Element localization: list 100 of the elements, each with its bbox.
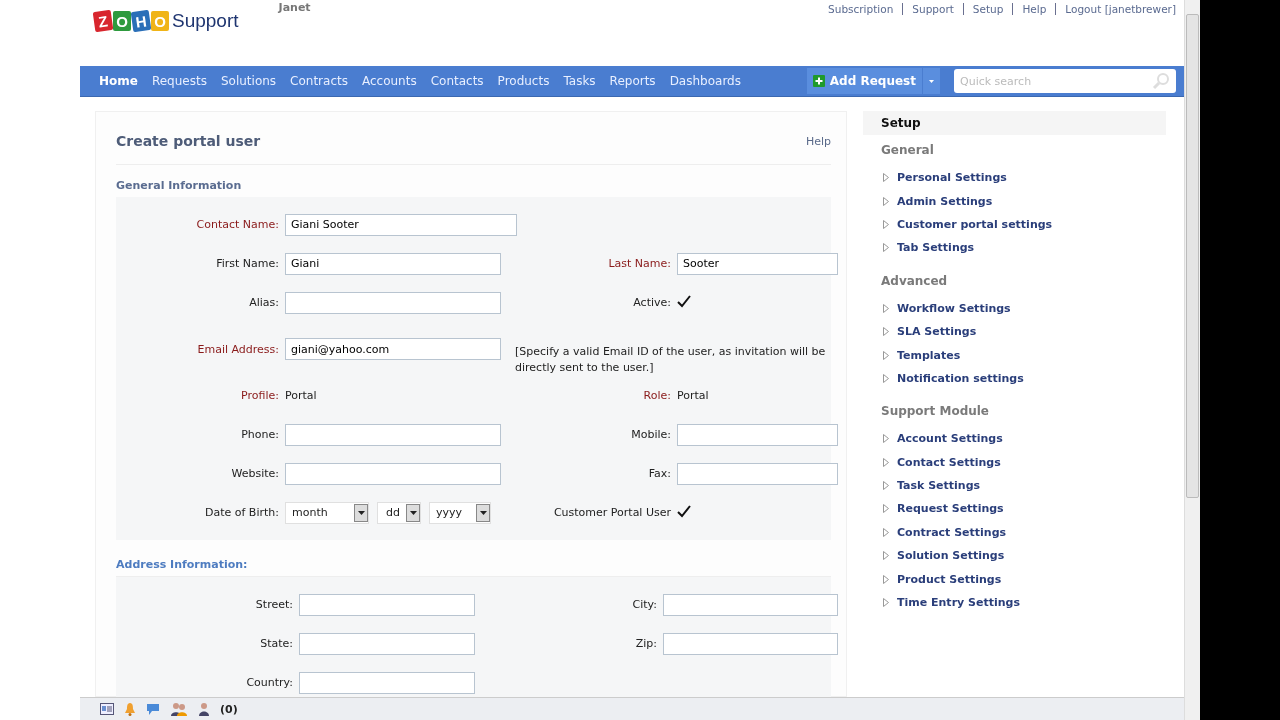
triangle-icon — [883, 196, 889, 206]
field-label: Website: — [230, 467, 279, 480]
group-heading: Support Module — [881, 404, 990, 419]
settings-link[interactable]: Personal Settings — [897, 171, 1007, 185]
settings-link[interactable]: SLA Settings — [897, 325, 977, 339]
input-field[interactable] — [285, 291, 501, 314]
dropdown-button[interactable] — [922, 68, 940, 94]
triangle-icon — [883, 219, 889, 229]
triangle-icon — [883, 527, 889, 537]
caret-icon — [479, 510, 487, 515]
settings-link[interactable]: Notification settings — [897, 371, 1024, 385]
input-field[interactable] — [285, 462, 501, 485]
settings-link[interactable]: Customer portal settings — [897, 217, 1053, 231]
top-link[interactable]: Setup — [962, 3, 1004, 15]
caret-icon — [929, 78, 934, 84]
settings-link[interactable]: Product Settings — [897, 572, 1002, 586]
input-field[interactable] — [299, 632, 475, 655]
field-label: Email Address: — [196, 342, 279, 356]
checkmark-icon[interactable] — [677, 294, 691, 308]
triangle-icon — [883, 457, 889, 467]
triangle-icon — [883, 243, 889, 253]
triangle-icon — [883, 327, 889, 337]
nav-tab[interactable]: Reports — [602, 74, 663, 88]
nav-tab[interactable]: Tasks — [556, 74, 603, 88]
dropdown[interactable]: month — [285, 501, 369, 524]
triangle-icon — [883, 303, 889, 313]
nav-tab[interactable]: Contacts — [423, 74, 491, 88]
input-field[interactable]: Sooter — [677, 252, 838, 275]
plus-icon — [812, 75, 825, 87]
dropdown[interactable]: dd — [377, 501, 421, 524]
field-label: Alias: — [248, 296, 279, 309]
input-field[interactable]: Giani — [285, 252, 501, 275]
settings-link[interactable]: Contact Settings — [897, 455, 1001, 469]
settings-link[interactable]: Workflow Settings — [897, 301, 1011, 315]
input-field[interactable] — [663, 632, 838, 655]
triangle-icon — [883, 373, 889, 383]
triangle-icon — [883, 551, 889, 561]
logo-text: Support — [172, 10, 239, 32]
online-count: (0) — [220, 702, 238, 716]
settings-link[interactable]: Admin Settings — [897, 194, 993, 208]
input-field[interactable] — [299, 593, 475, 616]
settings-link[interactable]: Request Settings — [897, 502, 1004, 516]
group-heading: General — [881, 143, 935, 157]
nav-tab[interactable]: Home — [92, 74, 145, 88]
help-link[interactable]: Help — [805, 134, 831, 148]
card-icon[interactable] — [100, 703, 114, 715]
triangle-icon — [883, 350, 889, 360]
nav-tab[interactable]: Products — [490, 74, 557, 88]
triangle-icon — [883, 598, 889, 608]
settings-link[interactable]: Time Entry Settings — [897, 596, 1020, 610]
input-field[interactable] — [677, 423, 838, 446]
top-link[interactable]: Logout [janetbrewer] — [1055, 3, 1176, 15]
nav-tab[interactable]: Dashboards — [662, 74, 748, 88]
dropdown[interactable]: yyyy — [429, 501, 491, 524]
field-label: Street: — [254, 598, 293, 611]
nav-tab[interactable]: Requests — [144, 74, 214, 88]
section-title: General Information — [116, 178, 243, 194]
input-field[interactable] — [663, 593, 838, 616]
input-field[interactable] — [677, 462, 838, 485]
caret-icon — [357, 510, 365, 515]
input-field[interactable]: Giani Sooter — [285, 213, 517, 236]
field-label: Zip: — [634, 637, 657, 650]
search-field[interactable]: Quick search — [954, 69, 1176, 93]
caret-icon — [409, 510, 417, 515]
input-field[interactable]: giani@yahoo.com — [285, 338, 501, 360]
settings-link[interactable]: Account Settings — [897, 432, 1003, 446]
field-label: Phone: — [240, 428, 279, 441]
field-value: Portal — [285, 389, 317, 402]
settings-link[interactable]: Task Settings — [897, 479, 981, 493]
field-label: Date of Birth: — [204, 506, 279, 519]
input-field[interactable] — [285, 423, 501, 446]
field-label: Contact Name: — [195, 218, 279, 231]
nav-tab[interactable]: Accounts — [354, 74, 424, 88]
field-label: Country: — [245, 676, 293, 689]
person-icon[interactable] — [198, 702, 210, 716]
field-label: First Name: — [215, 257, 279, 270]
scrollbar[interactable] — [1184, 0, 1200, 720]
field-label: Mobile: — [630, 428, 671, 441]
bell-icon[interactable] — [124, 702, 136, 716]
nav-tab[interactable]: Contracts — [283, 74, 355, 88]
settings-link[interactable]: Solution Settings — [897, 549, 1005, 563]
triangle-icon — [883, 173, 889, 183]
checkmark-icon[interactable] — [677, 504, 691, 518]
settings-link[interactable]: Tab Settings — [897, 241, 975, 255]
triangle-icon — [883, 574, 889, 584]
field-label: State: — [259, 637, 293, 650]
chat-icon[interactable] — [146, 702, 160, 716]
input-field[interactable] — [299, 671, 475, 694]
field-label: Profile: — [240, 389, 279, 402]
field-label: Role: — [642, 389, 671, 402]
settings-link[interactable]: Contract Settings — [897, 525, 1007, 539]
nav-tab[interactable]: Solutions — [213, 74, 284, 88]
settings-link[interactable]: Templates — [897, 348, 961, 362]
top-link[interactable]: Help — [1012, 3, 1047, 15]
top-link[interactable]: Subscription — [828, 3, 894, 15]
field-label: City: — [631, 598, 657, 611]
people-icon[interactable] — [170, 702, 188, 716]
field-label: Last Name: — [607, 257, 671, 270]
top-link[interactable]: Support — [902, 3, 954, 15]
triangle-icon — [883, 434, 889, 444]
